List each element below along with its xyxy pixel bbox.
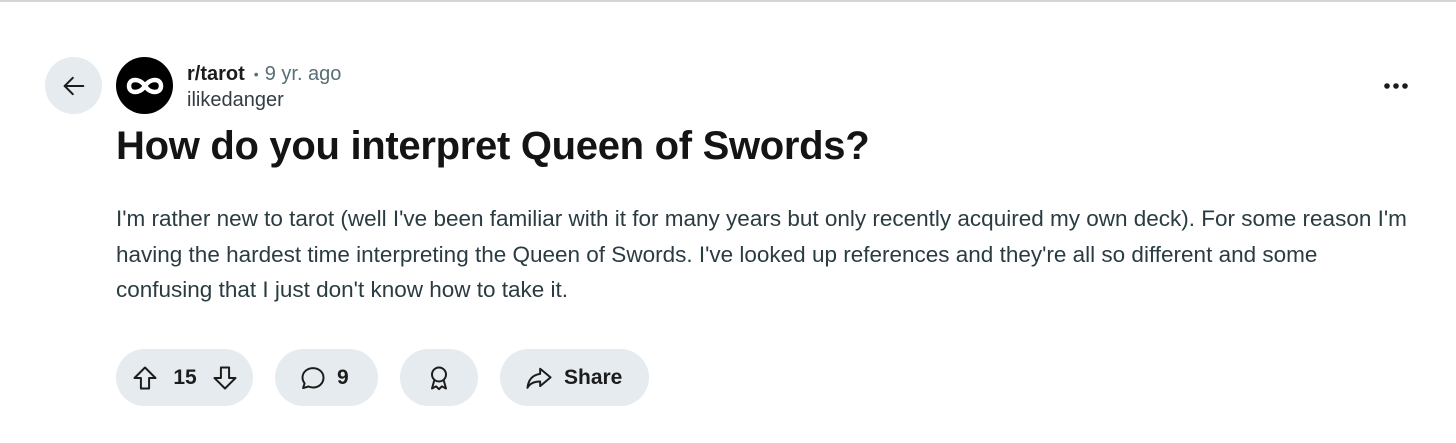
vote-count: 15 — [173, 365, 197, 389]
share-button[interactable]: Share — [500, 349, 649, 406]
subreddit-link[interactable]: r/tarot — [187, 63, 245, 86]
award-ribbon-icon — [425, 364, 453, 392]
share-arrow-icon — [524, 364, 554, 392]
arrow-down-outline-icon — [211, 364, 239, 392]
infinity-icon — [123, 74, 167, 98]
subreddit-avatar[interactable] — [116, 57, 173, 114]
back-button[interactable] — [45, 57, 102, 114]
downvote-button[interactable] — [211, 364, 239, 392]
post-body: I'm rather new to tarot (well I've been … — [116, 206, 1407, 302]
post-timestamp: 9 yr. ago — [264, 62, 342, 85]
upvote-button[interactable] — [131, 364, 159, 392]
comments-button[interactable]: 9 — [275, 349, 378, 406]
more-options-button[interactable] — [1376, 68, 1416, 104]
post-action-bar: 15 9 Share — [116, 349, 649, 406]
post-meta: r/tarot • 9 yr. ago ilikedanger — [187, 60, 341, 112]
meta-separator: • — [253, 66, 259, 82]
arrow-up-outline-icon — [131, 364, 159, 392]
vote-pill: 15 — [116, 349, 253, 406]
speech-bubble-icon — [299, 364, 327, 392]
more-horizontal-icon — [1383, 82, 1409, 90]
award-button[interactable] — [400, 349, 478, 406]
share-label: Share — [564, 365, 623, 389]
author-link[interactable]: ilikedanger — [187, 89, 341, 112]
arrow-left-icon — [60, 72, 88, 100]
post-title: How do you interpret Queen of Swords? — [116, 124, 870, 168]
comment-count: 9 — [337, 365, 349, 389]
post-meta-line: r/tarot • 9 yr. ago — [187, 60, 341, 88]
